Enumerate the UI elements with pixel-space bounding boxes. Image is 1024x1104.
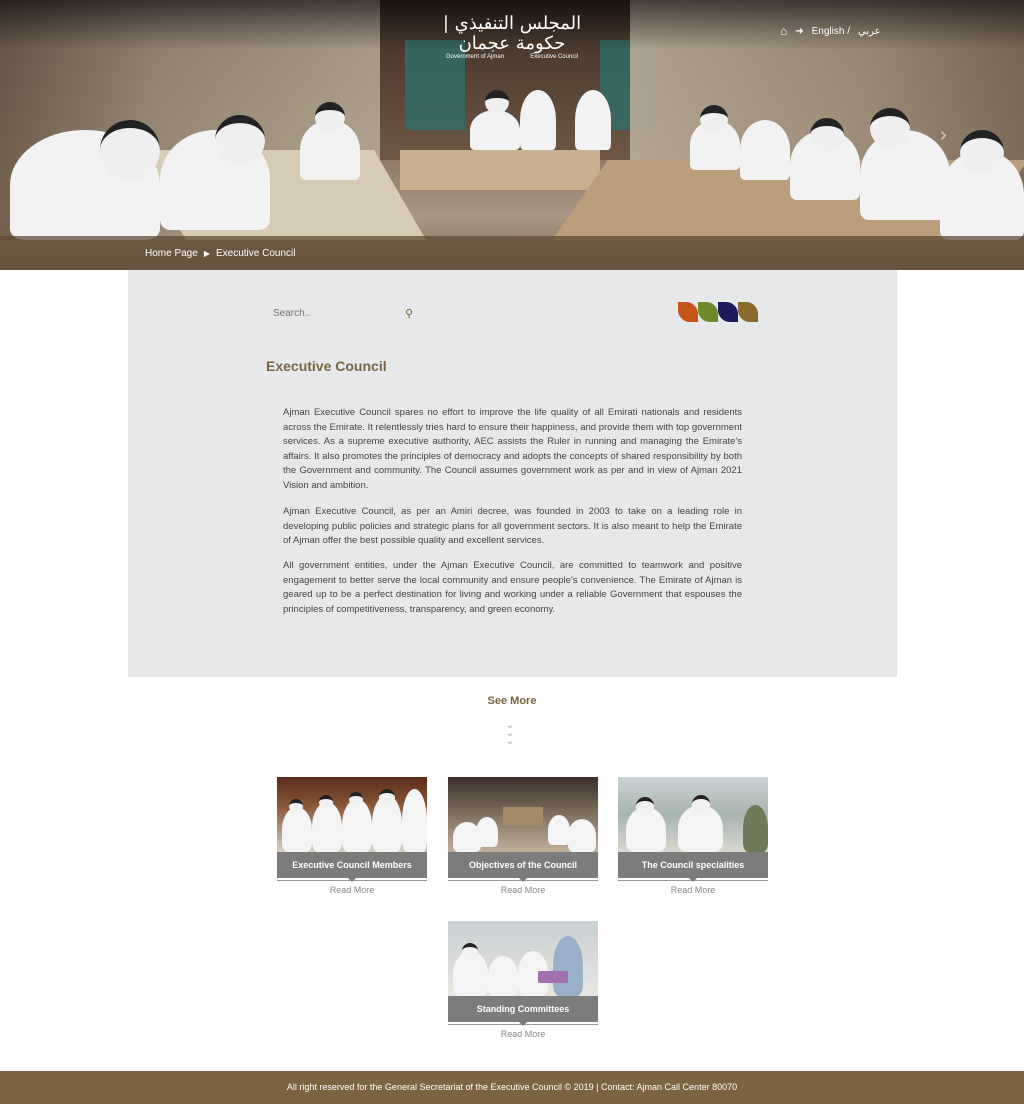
pointer-icon — [519, 878, 527, 882]
footer: All right reserved for the General Secre… — [0, 1071, 1024, 1104]
theme-swatch-green[interactable] — [698, 302, 718, 322]
hero-photo-people — [0, 90, 1024, 240]
card-council-objectives[interactable]: Objectives of the Council Read More — [448, 777, 598, 895]
card-council-members[interactable]: Executive Council Members Read More — [277, 777, 427, 895]
language-switcher: ⌂ ➜ English / عربي — [780, 24, 881, 38]
logo-subtitle-right: Executive Council — [530, 54, 578, 60]
pointer-icon — [348, 878, 356, 882]
theme-swatch-navy[interactable] — [718, 302, 738, 322]
card-title[interactable]: Objectives of the Council — [448, 852, 598, 878]
card-image[interactable] — [448, 777, 598, 852]
chevron-down-icon[interactable]: ⌄ ⌄ ⌄ — [506, 721, 514, 747]
page-title: Executive Council — [266, 358, 387, 374]
see-more-link[interactable]: See More — [0, 695, 1024, 707]
home-icon[interactable]: ⌂ — [780, 24, 787, 38]
breadcrumb: Home Page ▶ Executive Council — [145, 248, 295, 259]
card-image[interactable] — [277, 777, 427, 852]
card-image[interactable] — [448, 921, 598, 996]
logo-subtitle-left: Government of Ajman — [446, 54, 505, 60]
card-title[interactable]: The Council specialities — [618, 852, 768, 878]
history-paragraph: Ajman Executive Council, as per an Amiri… — [283, 506, 742, 546]
read-more-link[interactable]: Read More — [448, 885, 598, 895]
card-divider — [448, 878, 598, 882]
card-title[interactable]: Executive Council Members — [277, 852, 427, 878]
card-image[interactable] — [618, 777, 768, 852]
card-title[interactable]: Standing Committees — [448, 996, 598, 1022]
card-divider — [277, 878, 427, 882]
pointer-icon — [689, 878, 697, 882]
breadcrumb-current: Executive Council — [215, 248, 296, 259]
arrow-right-icon: ➜ — [795, 25, 804, 37]
search-input[interactable] — [273, 307, 383, 319]
card-divider — [448, 1022, 598, 1026]
theme-swatch-orange[interactable] — [678, 302, 698, 322]
mission-paragraph: All government entities, under the Ajman… — [283, 560, 742, 615]
theme-swatch-gold[interactable] — [738, 302, 758, 322]
breadcrumb-home[interactable]: Home Page — [145, 248, 198, 259]
read-more-link[interactable]: Read More — [618, 885, 768, 895]
pointer-icon — [519, 1022, 527, 1026]
search-icon[interactable]: ⚲ — [405, 307, 413, 320]
site-logo[interactable]: المجلس التنفيذي | حكومة عجمان Government… — [442, 14, 582, 61]
card-council-specialities[interactable]: The Council specialities Read More — [618, 777, 768, 895]
read-more-link[interactable]: Read More — [448, 1029, 598, 1039]
read-more-link[interactable]: Read More — [277, 885, 427, 895]
search-box: ⚲ — [273, 303, 413, 323]
lang-arabic[interactable]: عربي — [858, 26, 881, 37]
footer-copyright: All right reserved for the General Secre… — [286, 1082, 738, 1092]
intro-paragraph: Ajman Executive Council spares no effort… — [283, 407, 742, 491]
lang-english[interactable]: English / — [812, 26, 850, 37]
breadcrumb-separator-icon: ▶ — [203, 249, 210, 258]
slider-next-icon[interactable]: › — [940, 124, 947, 147]
card-standing-committees[interactable]: Standing Committees Read More — [448, 921, 598, 1039]
logo-arabic-text: المجلس التنفيذي | حكومة عجمان — [442, 13, 582, 54]
theme-color-swatches — [678, 302, 758, 322]
logo-english-text: Government of Ajman Executive Council — [442, 54, 582, 60]
card-divider — [618, 878, 768, 882]
